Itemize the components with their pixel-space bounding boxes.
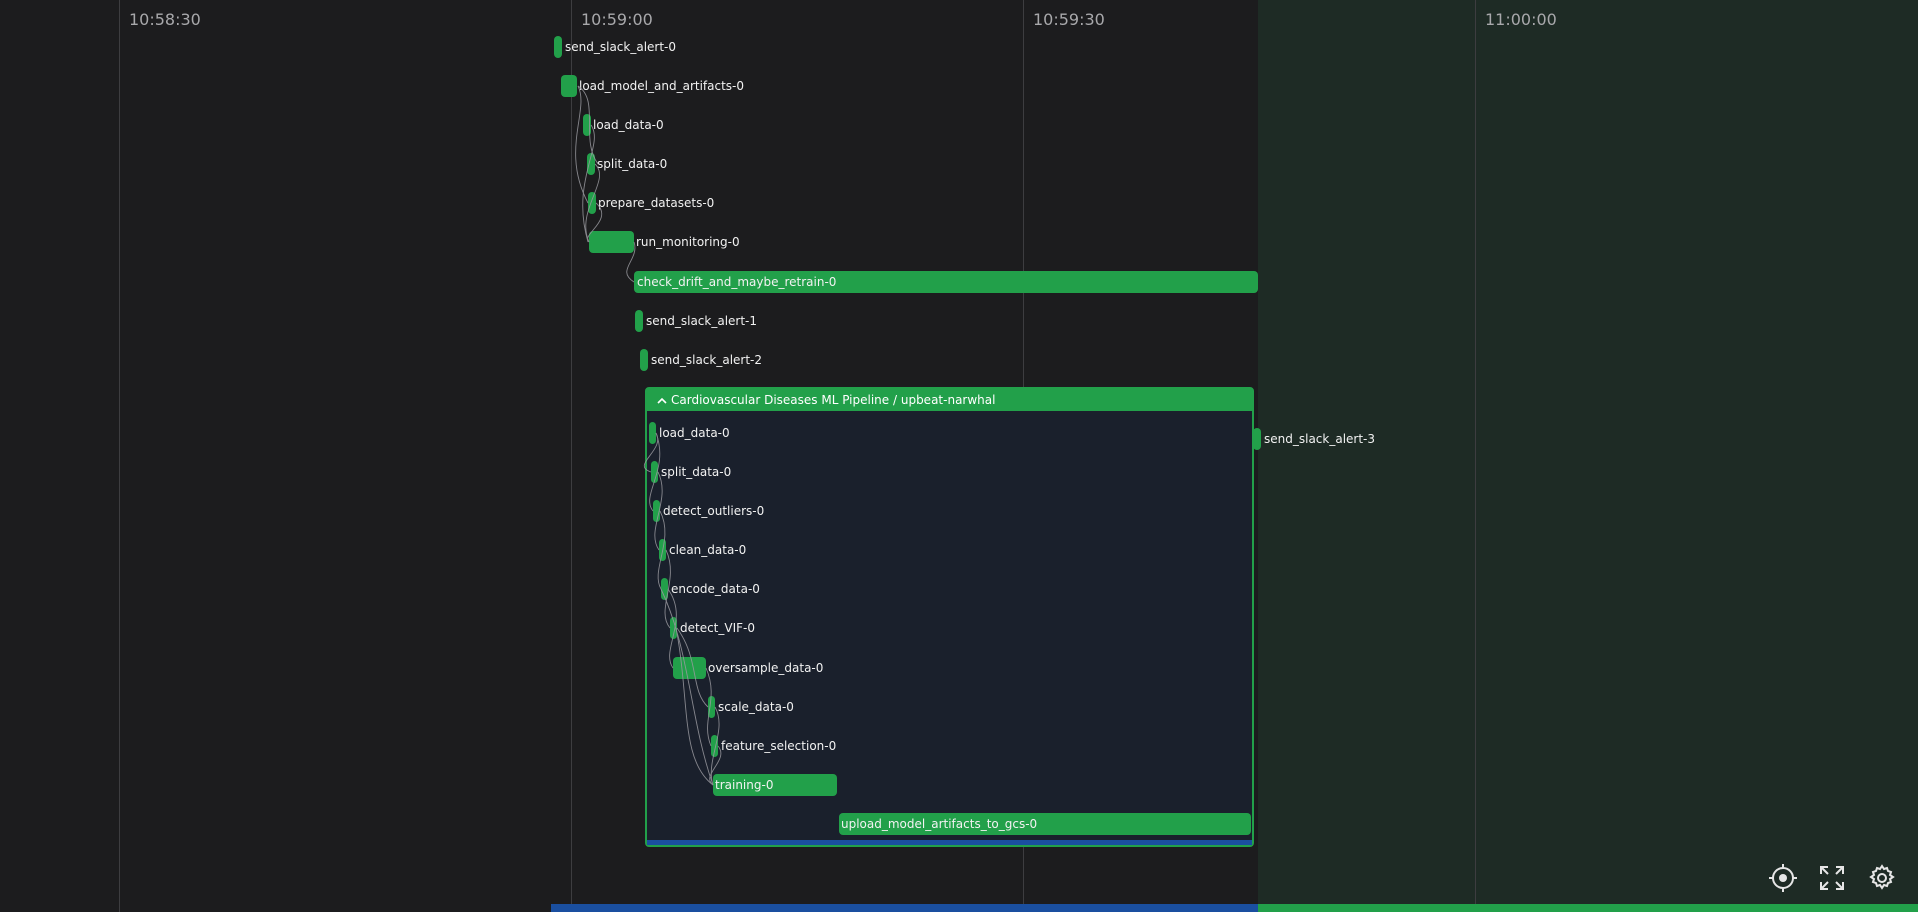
crosshair-icon — [1769, 864, 1797, 892]
task-label[interactable]: send_slack_alert-3 — [1264, 428, 1375, 450]
expand-icon — [1820, 866, 1844, 890]
task-label[interactable]: send_slack_alert-1 — [646, 310, 757, 332]
gridline — [119, 0, 120, 912]
gridline — [571, 0, 572, 912]
subflow-task-bar[interactable] — [673, 657, 706, 679]
subflow-task-label[interactable]: detect_outliers-0 — [663, 500, 764, 522]
task-bar[interactable] — [588, 192, 596, 214]
subflow-task-label[interactable]: split_data-0 — [661, 461, 731, 483]
task-label[interactable]: send_slack_alert-2 — [651, 349, 762, 371]
settings-button[interactable] — [1866, 862, 1898, 894]
time-tick-label: 10:59:00 — [581, 10, 653, 29]
time-tick-label: 11:00:00 — [1485, 10, 1557, 29]
subflow-task-label[interactable]: upload_model_artifacts_to_gcs-0 — [841, 813, 1037, 835]
task-bar[interactable] — [640, 349, 648, 371]
task-label[interactable]: send_slack_alert-0 — [565, 36, 676, 58]
subflow-task-label[interactable]: encode_data-0 — [671, 578, 760, 600]
subflow-task-bar[interactable] — [659, 539, 666, 561]
subflow-task-label[interactable]: load_data-0 — [659, 422, 730, 444]
progress-bar-running — [1258, 904, 1918, 912]
gear-icon — [1869, 864, 1895, 890]
task-label[interactable]: split_data-0 — [597, 153, 667, 175]
timeline-canvas[interactable]: 10:58:30 10:59:00 10:59:30 11:00:00 Card… — [0, 0, 1918, 912]
fullscreen-button[interactable] — [1816, 862, 1848, 894]
subflow-header[interactable]: Cardiovascular Diseases ML Pipeline / up… — [647, 389, 1252, 411]
subflow-task-label[interactable]: detect_VIF-0 — [680, 617, 755, 639]
progress-bar-completed — [551, 904, 1258, 912]
time-tick-label: 10:58:30 — [129, 10, 201, 29]
task-bar[interactable] — [587, 153, 595, 175]
gridline — [1475, 0, 1476, 912]
task-label[interactable]: check_drift_and_maybe_retrain-0 — [637, 271, 836, 293]
subflow-task-label[interactable]: scale_data-0 — [718, 696, 794, 718]
subflow-task-label[interactable]: feature_selection-0 — [721, 735, 836, 757]
task-bar[interactable] — [583, 114, 591, 136]
task-bar[interactable] — [589, 231, 634, 253]
running-region — [1258, 0, 1918, 912]
task-bar[interactable] — [561, 75, 577, 97]
subflow-task-bar[interactable] — [651, 461, 658, 483]
subflow-task-label[interactable]: training-0 — [715, 774, 773, 796]
subflow-task-bar[interactable] — [661, 578, 668, 600]
task-bar[interactable] — [635, 310, 643, 332]
task-bar[interactable] — [554, 36, 562, 58]
subflow-task-bar[interactable] — [708, 696, 715, 718]
subflow-task-bar[interactable] — [670, 617, 677, 639]
subflow-task-bar[interactable] — [711, 735, 718, 757]
recenter-button[interactable] — [1767, 862, 1799, 894]
task-label[interactable]: load_data-0 — [593, 114, 664, 136]
subflow-progress-strip — [647, 840, 1252, 845]
subflow-task-label[interactable]: oversample_data-0 — [708, 657, 823, 679]
task-bar[interactable] — [1253, 428, 1261, 450]
task-label[interactable]: load_model_and_artifacts-0 — [579, 75, 744, 97]
subflow-title: Cardiovascular Diseases ML Pipeline / up… — [671, 393, 996, 407]
subflow-task-label[interactable]: clean_data-0 — [669, 539, 746, 561]
task-label[interactable]: run_monitoring-0 — [636, 231, 740, 253]
chevron-up-icon[interactable] — [655, 389, 669, 411]
task-label[interactable]: prepare_datasets-0 — [598, 192, 714, 214]
subflow-task-bar[interactable] — [649, 422, 656, 444]
time-tick-label: 10:59:30 — [1033, 10, 1105, 29]
subflow-task-bar[interactable] — [653, 500, 660, 522]
